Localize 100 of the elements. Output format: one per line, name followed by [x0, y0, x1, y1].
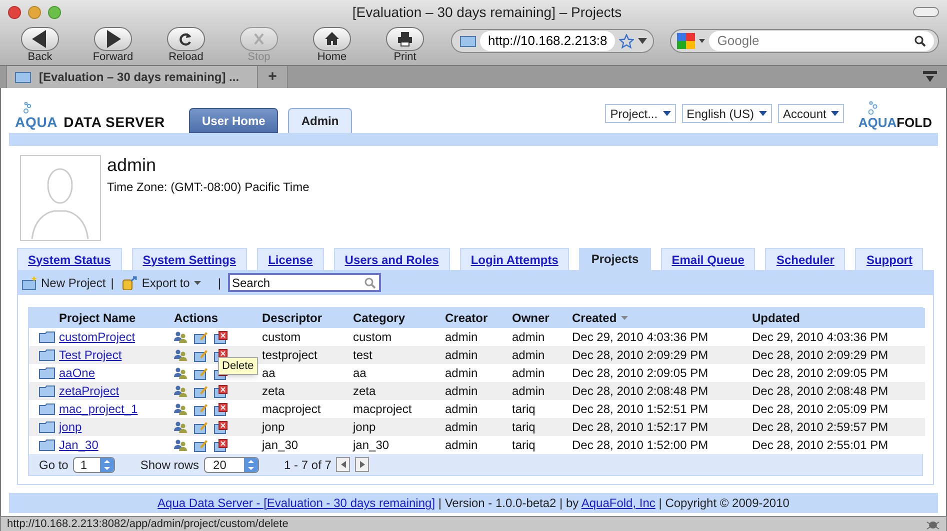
page-select[interactable]: 1	[73, 456, 116, 472]
section-tab[interactable]: License	[257, 248, 324, 270]
delete-icon[interactable]	[214, 402, 228, 416]
footer-text: Aqua Data Server - [Evaluation - 30 days remaining] | Version - 1.0.0-beta2 | by AquaFold, Inc | Copyright © 2009-2010	[158, 495, 790, 512]
column-header[interactable]: Owner	[512, 309, 550, 327]
delete-icon[interactable]	[214, 438, 228, 452]
page-range: 1 - 7 of 7	[284, 456, 332, 474]
section-tab[interactable]: Support	[855, 248, 924, 270]
edit-icon[interactable]	[194, 384, 208, 398]
section-tab[interactable]: Projects	[579, 248, 651, 270]
edit-icon[interactable]	[194, 438, 208, 452]
project-link[interactable]: jonp	[59, 420, 82, 434]
menu-dropdown[interactable]: English (US)	[682, 104, 772, 123]
toolbar-toggle-icon[interactable]	[913, 7, 939, 17]
edit-icon[interactable]	[194, 348, 208, 362]
rows-select[interactable]: 20	[204, 456, 260, 472]
project-link[interactable]: customProject	[59, 330, 136, 344]
table-cell: admin	[445, 438, 478, 452]
menu-dropdown[interactable]: Account	[778, 104, 844, 123]
back-button[interactable]	[21, 27, 59, 51]
table-cell: admin	[512, 384, 545, 398]
users-icon[interactable]	[174, 385, 188, 397]
section-tab[interactable]: System Status	[17, 248, 122, 270]
tooltip: Delete	[218, 357, 258, 375]
folder-icon	[39, 385, 55, 397]
table-cell: admin	[445, 348, 478, 362]
edit-icon[interactable]	[194, 420, 208, 434]
button-label: Back	[28, 51, 52, 64]
new-project-button[interactable]: New Project	[22, 274, 106, 292]
users-icon[interactable]	[174, 403, 188, 415]
project-link[interactable]: zetaProject	[59, 384, 120, 398]
section-tab[interactable]: Scheduler	[765, 248, 846, 270]
nav-tab[interactable]: User Home	[188, 108, 278, 133]
search-input[interactable]: Search	[230, 274, 364, 292]
table-cell: admin	[512, 330, 545, 344]
column-header[interactable]: Descriptor	[262, 309, 322, 327]
users-icon[interactable]	[174, 349, 188, 361]
table-cell: macproject	[353, 402, 412, 416]
home-button[interactable]	[313, 27, 351, 51]
users-icon[interactable]	[174, 421, 188, 433]
users-icon[interactable]	[174, 367, 188, 379]
delete-icon[interactable]	[214, 330, 228, 344]
project-link[interactable]: Test Project	[59, 348, 122, 362]
close-icon[interactable]	[8, 6, 21, 18]
zoom-icon[interactable]	[48, 6, 61, 18]
table-cell: jan_30	[353, 438, 390, 452]
nav-tab[interactable]: Admin	[288, 108, 352, 133]
avatar-icon	[20, 155, 101, 241]
table-cell: Dec 28, 2010 2:55:01 PM	[752, 438, 888, 452]
menu-dropdown[interactable]: Project...	[605, 104, 676, 123]
column-header[interactable]: Created	[572, 309, 628, 327]
users-icon[interactable]	[174, 439, 188, 451]
browser-tab[interactable]: [Evaluation – 30 days remaining] ...	[6, 66, 258, 88]
table-cell: admin	[512, 366, 545, 380]
next-page-button[interactable]	[355, 457, 370, 472]
delete-icon[interactable]	[214, 420, 228, 434]
edit-icon[interactable]	[194, 366, 208, 380]
delete-icon[interactable]	[214, 384, 228, 398]
table-cell: Dec 29, 2010 4:03:36 PM	[752, 330, 888, 344]
folder-icon	[39, 349, 55, 361]
button-label: Home	[317, 51, 347, 64]
project-link[interactable]: mac_project_1	[59, 402, 138, 416]
left-arrow-icon	[340, 461, 346, 468]
forward-button[interactable]	[94, 27, 132, 51]
section-tab[interactable]: Email Queue	[660, 248, 756, 270]
edit-icon[interactable]	[194, 402, 208, 416]
column-header[interactable]: Project Name	[59, 309, 136, 327]
edit-icon[interactable]	[194, 330, 208, 344]
table-cell: admin	[445, 384, 478, 398]
table-cell: admin	[445, 366, 478, 380]
column-header[interactable]: Category	[353, 309, 406, 327]
caret-icon	[831, 111, 840, 116]
table-cell: macproject	[262, 402, 321, 416]
project-link[interactable]: aaOne	[59, 366, 96, 380]
table-cell: Dec 28, 2010 2:59:57 PM	[752, 420, 888, 434]
product-link[interactable]: Aqua Data Server - [Evaluation - 30 days remaining]	[158, 496, 436, 510]
button-label: Print	[394, 51, 416, 64]
column-header[interactable]: Creator	[445, 309, 488, 327]
section-tab[interactable]: Users and Roles	[334, 248, 450, 270]
reload-button[interactable]	[167, 27, 205, 51]
show-rows-label: Show rows	[140, 456, 200, 474]
new-tab-button[interactable]: +	[258, 66, 288, 88]
users-icon[interactable]	[174, 331, 188, 343]
company-link[interactable]: AquaFold, Inc	[581, 496, 656, 510]
caret-icon	[758, 111, 767, 116]
table-cell: Dec 28, 2010 2:09:05 PM	[572, 366, 708, 380]
table-cell: tariq	[512, 438, 536, 452]
column-header[interactable]: Actions	[174, 309, 218, 327]
caret-icon	[662, 111, 671, 116]
column-header[interactable]: Updated	[752, 309, 800, 327]
project-link[interactable]: Jan_30	[59, 438, 98, 452]
previous-page-button[interactable]	[336, 457, 350, 472]
table-cell: jonp	[353, 420, 376, 434]
export-button[interactable]: Export to	[122, 274, 201, 292]
section-tab[interactable]: System Settings	[132, 248, 248, 270]
search-field[interactable]: Search	[228, 273, 381, 292]
print-button[interactable]	[386, 27, 424, 51]
table-cell: admin	[445, 420, 478, 434]
section-tab[interactable]: Login Attempts	[460, 248, 570, 270]
tab-list-icon[interactable]	[923, 71, 937, 83]
